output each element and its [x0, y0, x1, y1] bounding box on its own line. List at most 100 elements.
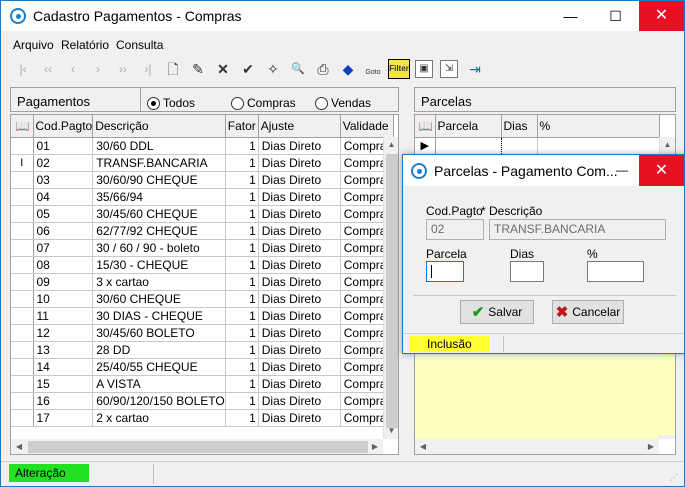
pct-cell[interactable] [537, 137, 660, 155]
filter-icon[interactable]: Filter [388, 59, 410, 79]
next-page-icon[interactable]: ›› [113, 58, 133, 80]
save-button[interactable]: ✔ Salvar [460, 300, 534, 324]
ajuste-cell[interactable]: Dias Direto [258, 341, 341, 359]
descricao-cell[interactable]: 60/90/120/150 BOLETO [92, 392, 226, 410]
descricao-cell[interactable]: 30 / 60 / 90 - boleto [92, 239, 226, 257]
table-row[interactable]: I 02 TRANSF.BANCARIA 1 Dias Direto Compras [11, 154, 394, 172]
row-indicator[interactable] [11, 239, 34, 257]
descricao-cell[interactable]: 25/40/55 CHEQUE [92, 358, 226, 376]
fator-cell[interactable]: 1 [225, 205, 259, 223]
row-indicator[interactable]: I [11, 154, 34, 172]
cancel-button[interactable]: ✖ Cancelar [552, 300, 624, 324]
fator-cell[interactable]: 1 [225, 137, 259, 155]
fator-cell[interactable]: 1 [225, 341, 259, 359]
fator-cell[interactable]: 1 [225, 273, 259, 291]
descricao-cell[interactable]: 30/60 CHEQUE [92, 290, 226, 308]
cod-pagto-cell[interactable]: 16 [33, 392, 94, 410]
row-indicator[interactable] [11, 290, 34, 308]
first-record-icon[interactable]: |‹ [13, 58, 33, 80]
dialog-minimize-button[interactable]: — [605, 155, 639, 186]
ajuste-cell[interactable]: Dias Direto [258, 324, 341, 342]
pagamentos-hscroll[interactable]: ◀ ▶ [11, 439, 383, 454]
pagamentos-vscroll[interactable]: ▲ ▼ [383, 137, 398, 439]
fator-cell[interactable]: 1 [225, 324, 259, 342]
parcela-input[interactable] [426, 261, 464, 282]
next-record-icon[interactable]: › [88, 58, 108, 80]
cod-pagto-cell[interactable]: 03 [33, 171, 94, 189]
fator-cell[interactable]: 1 [225, 392, 259, 410]
row-indicator[interactable] [11, 188, 34, 206]
cod-pagto-cell[interactable]: 05 [33, 205, 94, 223]
goto-icon[interactable]: Goto [361, 58, 385, 80]
ajuste-cell[interactable]: Dias Direto [258, 273, 341, 291]
row-indicator[interactable] [11, 256, 34, 274]
row-indicator[interactable] [11, 324, 34, 342]
descricao-cell[interactable]: 30/60/90 CHEQUE [92, 171, 226, 189]
ajuste-cell[interactable]: Dias Direto [258, 375, 341, 393]
fator-cell[interactable]: 1 [225, 375, 259, 393]
eraser-icon[interactable]: ◆ [338, 58, 358, 80]
row-indicator[interactable] [11, 307, 34, 325]
resize-grip-icon[interactable]: ⋰ [670, 473, 680, 483]
dias-cell[interactable] [501, 137, 538, 155]
fator-cell[interactable]: 1 [225, 171, 259, 189]
table-row[interactable]: 09 3 x cartao 1 Dias Direto Compras [11, 273, 394, 291]
table-row[interactable]: 10 30/60 CHEQUE 1 Dias Direto Compras [11, 290, 394, 308]
descricao-cell[interactable]: A VISTA [92, 375, 226, 393]
table-row[interactable]: 04 35/66/94 1 Dias Direto Compras [11, 188, 394, 206]
radio-vendas[interactable]: Vendas [315, 96, 371, 110]
col-descricao[interactable]: Descrição [92, 115, 226, 138]
export-icon[interactable]: ⇲ [440, 60, 458, 78]
descricao-cell[interactable]: 3 x cartao [92, 273, 226, 291]
menu-relatorio[interactable]: Relatório [61, 38, 109, 52]
cod-pagto-cell[interactable]: 08 [33, 256, 94, 274]
table-row[interactable]: 06 62/77/92 CHEQUE 1 Dias Direto Compras [11, 222, 394, 240]
prev-page-icon[interactable]: ‹‹ [38, 58, 58, 80]
cod-pagto-cell[interactable]: 01 [33, 137, 94, 155]
ajuste-cell[interactable]: Dias Direto [258, 171, 341, 189]
minimize-button[interactable]: — [548, 1, 593, 31]
delete-icon[interactable]: ✕ [213, 58, 233, 80]
menu-consulta[interactable]: Consulta [116, 38, 163, 52]
ajuste-cell[interactable]: Dias Direto [258, 154, 341, 172]
fator-cell[interactable]: 1 [225, 409, 259, 427]
ajuste-cell[interactable]: Dias Direto [258, 307, 341, 325]
col-parcela[interactable]: Parcela [435, 115, 502, 138]
fator-cell[interactable]: 1 [225, 307, 259, 325]
fator-cell[interactable]: 1 [225, 154, 259, 172]
descricao-cell[interactable]: 30/60 DDL [92, 137, 226, 155]
image-icon[interactable]: ▣ [415, 60, 433, 78]
descricao-cell[interactable]: 30/45/60 CHEQUE [92, 205, 226, 223]
dialog-close-button[interactable]: ✕ [639, 155, 684, 186]
parcela-cell[interactable] [434, 136, 502, 155]
descricao-cell[interactable]: 30/45/60 BOLETO [92, 324, 226, 342]
row-indicator[interactable] [11, 273, 34, 291]
row-indicator[interactable] [11, 341, 34, 359]
row-indicator[interactable] [11, 375, 34, 393]
col-pct[interactable]: % [537, 115, 660, 138]
save-icon[interactable]: ✔ [238, 58, 258, 80]
col-dias[interactable]: Dias [501, 115, 538, 138]
descricao-cell[interactable]: TRANSF.BANCARIA [92, 154, 226, 172]
cod-pagto-cell[interactable]: 10 [33, 290, 94, 308]
cod-pagto-cell[interactable]: 09 [33, 273, 94, 291]
row-indicator[interactable] [11, 409, 34, 427]
ajuste-cell[interactable]: Dias Direto [258, 358, 341, 376]
pct-input[interactable] [587, 261, 644, 282]
table-row[interactable]: 03 30/60/90 CHEQUE 1 Dias Direto Compras [11, 171, 394, 189]
ajuste-cell[interactable]: Dias Direto [258, 290, 341, 308]
col-cod-pagto[interactable]: Cod.Pagto [33, 115, 94, 138]
ajuste-cell[interactable]: Dias Direto [258, 222, 341, 240]
row-indicator[interactable] [11, 137, 34, 155]
descricao-cell[interactable]: 35/66/94 [92, 188, 226, 206]
cod-pagto-cell[interactable]: 14 [33, 358, 94, 376]
col-fator[interactable]: Fator [225, 115, 259, 138]
table-row[interactable]: 08 15/30 - CHEQUE 1 Dias Direto Compras [11, 256, 394, 274]
ajuste-cell[interactable]: Dias Direto [258, 409, 341, 427]
cod-pagto-cell[interactable]: 06 [33, 222, 94, 240]
fator-cell[interactable]: 1 [225, 290, 259, 308]
descricao-cell[interactable]: 30 DIAS - CHEQUE [92, 307, 226, 325]
row-indicator[interactable] [11, 171, 34, 189]
close-button[interactable]: ✕ [639, 1, 684, 31]
table-row[interactable]: 11 30 DIAS - CHEQUE 1 Dias Direto Compras [11, 307, 394, 325]
